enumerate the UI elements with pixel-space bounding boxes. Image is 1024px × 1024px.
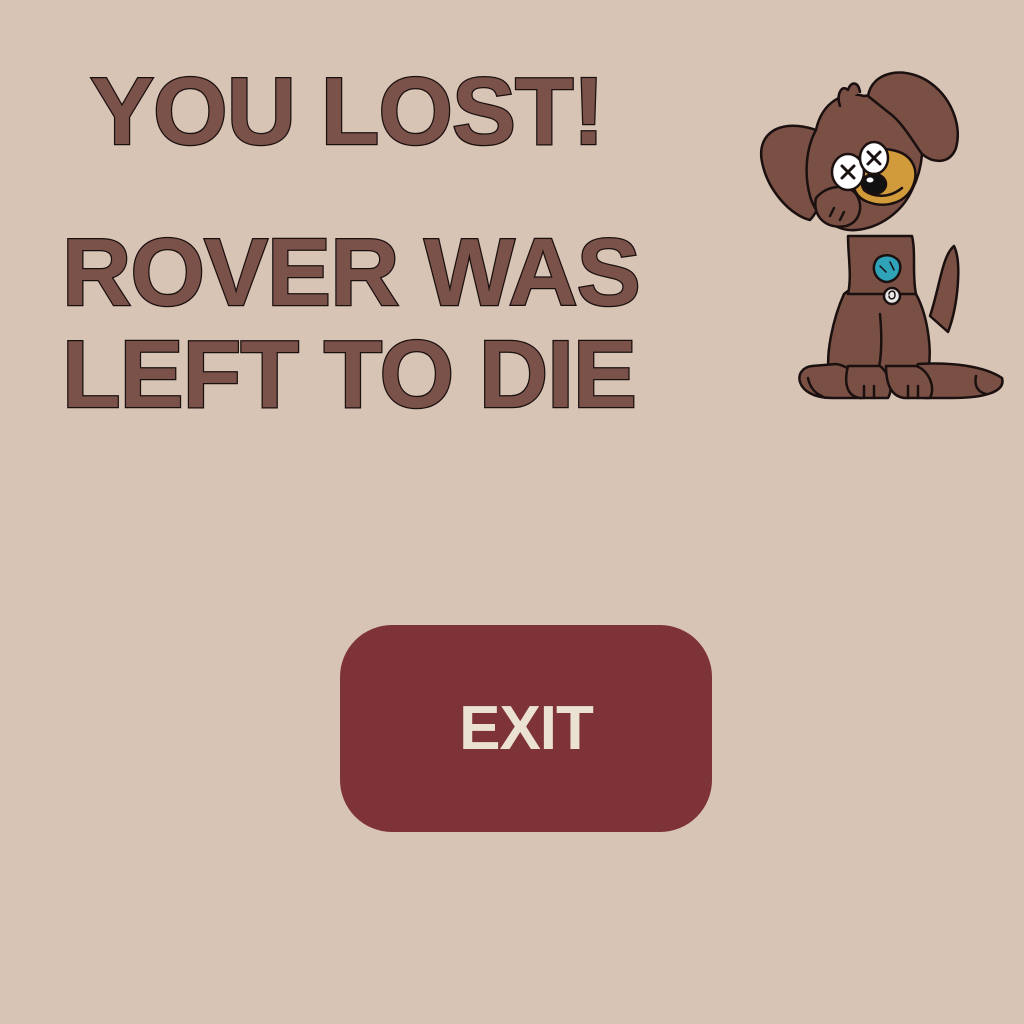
game-over-screen: YOU LOST! ROVER WAS LEFT TO DIE EXIT xyxy=(0,0,1024,1024)
message-line-2: LEFT TO DIE xyxy=(61,321,638,428)
exit-button[interactable]: EXIT xyxy=(340,625,712,832)
dead-dog-icon xyxy=(759,71,1004,400)
game-over-title: YOU LOST! xyxy=(89,58,606,165)
game-over-message: ROVER WAS LEFT TO DIE xyxy=(61,219,642,428)
message-line-1: ROVER WAS xyxy=(61,219,642,326)
